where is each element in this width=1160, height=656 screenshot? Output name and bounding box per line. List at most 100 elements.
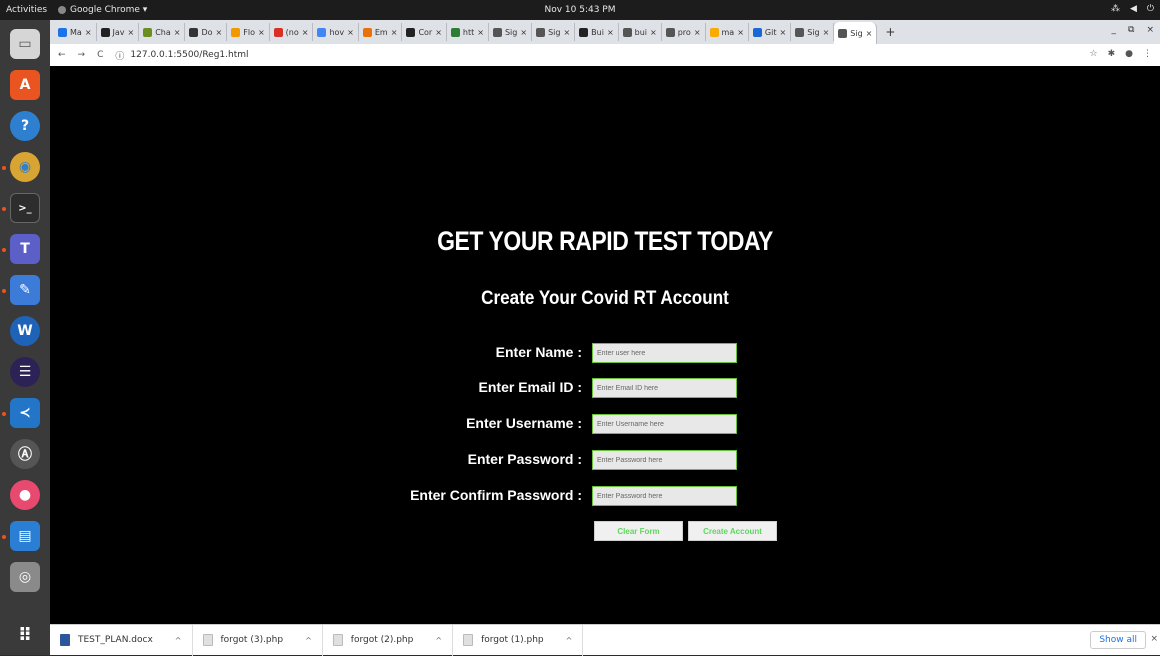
dock-text-editor-icon[interactable]: ✎ <box>10 275 40 305</box>
browser-tab[interactable]: Cor × <box>402 23 447 41</box>
tab-favicon-icon <box>58 27 67 37</box>
browser-tab[interactable]: ma × <box>706 23 749 41</box>
tab-close-icon[interactable]: × <box>866 29 873 38</box>
dock-color-app-icon[interactable]: ● <box>10 480 40 510</box>
dock: ▭ A ? ◉ >_ T ✎ W ☰ ≺ Ⓐ ● ▤ ◎ ⠿ <box>0 20 50 655</box>
browser-tab[interactable]: Do × <box>185 23 228 41</box>
tab-close-icon[interactable]: × <box>520 28 527 37</box>
new-tab-icon[interactable]: + <box>885 25 895 39</box>
activities-button[interactable]: Activities <box>0 5 58 15</box>
tab-label: Sig <box>548 27 561 37</box>
bookmark-star-icon[interactable]: ☆ <box>1090 49 1098 59</box>
browser-tab[interactable]: htt × <box>447 23 489 41</box>
tab-close-icon[interactable]: × <box>435 28 442 37</box>
show-applications-icon[interactable]: ⠿ <box>10 620 40 650</box>
browser-tab[interactable]: Cha × <box>139 23 186 41</box>
download-item[interactable]: TEST_PLAN.docx ^ <box>50 624 193 656</box>
info-icon[interactable]: ⓘ <box>115 49 124 62</box>
browser-tab[interactable]: Sig × <box>834 22 878 44</box>
browser-tab[interactable]: Flo × <box>227 23 270 41</box>
browser-tab[interactable]: Sig × <box>791 23 835 41</box>
browser-tab[interactable]: Em × <box>359 23 403 41</box>
chevron-up-icon[interactable]: ^ <box>175 636 182 645</box>
app-menu[interactable]: Google Chrome ▾ <box>58 5 147 15</box>
tab-close-icon[interactable]: × <box>737 28 744 37</box>
tab-favicon-icon <box>189 27 199 37</box>
email-row: Enter Email ID : <box>50 378 1160 398</box>
tab-favicon-icon <box>838 28 848 38</box>
tab-close-icon[interactable]: × <box>85 28 92 37</box>
email-input[interactable] <box>592 378 737 398</box>
tab-close-icon[interactable]: × <box>391 28 398 37</box>
dock-vscode-icon[interactable]: ≺ <box>10 398 40 428</box>
tab-label: bui <box>634 27 648 37</box>
close-downloads-icon[interactable]: × <box>1150 634 1158 644</box>
dock-app-center-icon[interactable]: Ⓐ <box>10 439 40 469</box>
url-field[interactable]: ⓘ 127.0.0.1:5500/Reg1.html <box>115 49 248 62</box>
tab-label: Cor <box>418 27 433 37</box>
dock-files-icon[interactable]: ▭ <box>10 29 40 59</box>
create-account-button[interactable]: Create Account <box>688 521 777 541</box>
chevron-up-icon[interactable]: ^ <box>566 636 573 645</box>
tab-close-icon[interactable]: × <box>347 28 354 37</box>
tab-close-icon[interactable]: × <box>650 28 657 37</box>
download-item[interactable]: forgot (1).php ^ <box>453 624 584 656</box>
confirm-password-input[interactable] <box>592 486 737 506</box>
password-input[interactable] <box>592 450 737 470</box>
tab-close-icon[interactable]: × <box>694 28 701 37</box>
browser-tab[interactable]: Bui × <box>575 23 619 41</box>
browser-tab[interactable]: Git × <box>749 23 792 41</box>
browser-tab[interactable]: bui × <box>619 23 662 41</box>
download-item[interactable]: forgot (2).php ^ <box>323 624 454 656</box>
dock-software-center-icon[interactable]: A <box>10 70 40 100</box>
browser-chrome: Ma × Jav × Cha × Do × Flo × (no × hov × Em × Cor × htt × Sig… <box>50 20 1160 66</box>
tab-favicon-icon <box>317 27 327 37</box>
browser-tab[interactable]: (no × <box>270 23 314 41</box>
dock-terminal-icon[interactable]: >_ <box>10 193 40 223</box>
browser-tab[interactable]: Sig × <box>532 23 576 41</box>
maximize-icon[interactable]: ⧉ <box>1128 25 1134 35</box>
browser-menu-icon[interactable]: ⋮ <box>1143 49 1152 59</box>
tab-close-icon[interactable]: × <box>607 28 614 37</box>
close-window-icon[interactable]: × <box>1146 25 1154 35</box>
dock-eclipse-icon[interactable]: ☰ <box>10 357 40 387</box>
dock-help-icon[interactable]: ? <box>10 111 40 141</box>
tab-close-icon[interactable]: × <box>563 28 570 37</box>
show-all-button[interactable]: Show all <box>1090 631 1146 649</box>
profile-avatar-icon[interactable]: ● <box>1125 49 1133 59</box>
dock-chrome-icon[interactable]: ◉ <box>10 152 40 182</box>
clock[interactable]: Nov 10 5:43 PM <box>0 5 1160 15</box>
tab-favicon-icon <box>362 27 372 37</box>
browser-tab[interactable]: pro × <box>662 23 706 41</box>
reload-icon[interactable]: C <box>97 50 103 60</box>
dock-webstorm-icon[interactable]: W <box>10 316 40 346</box>
tab-close-icon[interactable]: × <box>216 28 223 37</box>
back-icon[interactable]: ← <box>58 50 66 60</box>
extensions-icon[interactable]: ✱ <box>1108 49 1116 59</box>
forward-icon[interactable]: → <box>78 50 86 60</box>
browser-tab[interactable]: Sig × <box>489 23 533 41</box>
download-item[interactable]: forgot (3).php ^ <box>193 624 323 656</box>
browser-tab[interactable]: Ma × <box>54 23 97 41</box>
chevron-up-icon[interactable]: ^ <box>305 636 312 645</box>
dock-document-viewer-icon[interactable]: ▤ <box>10 521 40 551</box>
tab-favicon-icon <box>795 27 805 37</box>
chevron-up-icon[interactable]: ^ <box>435 636 442 645</box>
dock-disk-icon[interactable]: ◎ <box>10 562 40 592</box>
browser-tab[interactable]: Jav × <box>97 23 140 41</box>
tab-close-icon[interactable]: × <box>823 28 830 37</box>
name-input[interactable] <box>592 343 737 363</box>
tab-close-icon[interactable]: × <box>174 28 181 37</box>
browser-tab[interactable]: hov × <box>313 23 359 41</box>
dock-running-indicator <box>2 535 6 539</box>
username-input[interactable] <box>592 414 737 434</box>
tab-close-icon[interactable]: × <box>477 28 484 37</box>
dock-teams-icon[interactable]: T <box>10 234 40 264</box>
tab-close-icon[interactable]: × <box>302 28 309 37</box>
tab-close-icon[interactable]: × <box>128 28 135 37</box>
system-tray[interactable]: ⁂ ◀ ⏻ <box>1111 4 1154 14</box>
tab-close-icon[interactable]: × <box>779 28 786 37</box>
minimize-icon[interactable]: _ <box>1112 25 1117 35</box>
tab-close-icon[interactable]: × <box>258 28 265 37</box>
clear-form-button[interactable]: Clear Form <box>594 521 683 541</box>
